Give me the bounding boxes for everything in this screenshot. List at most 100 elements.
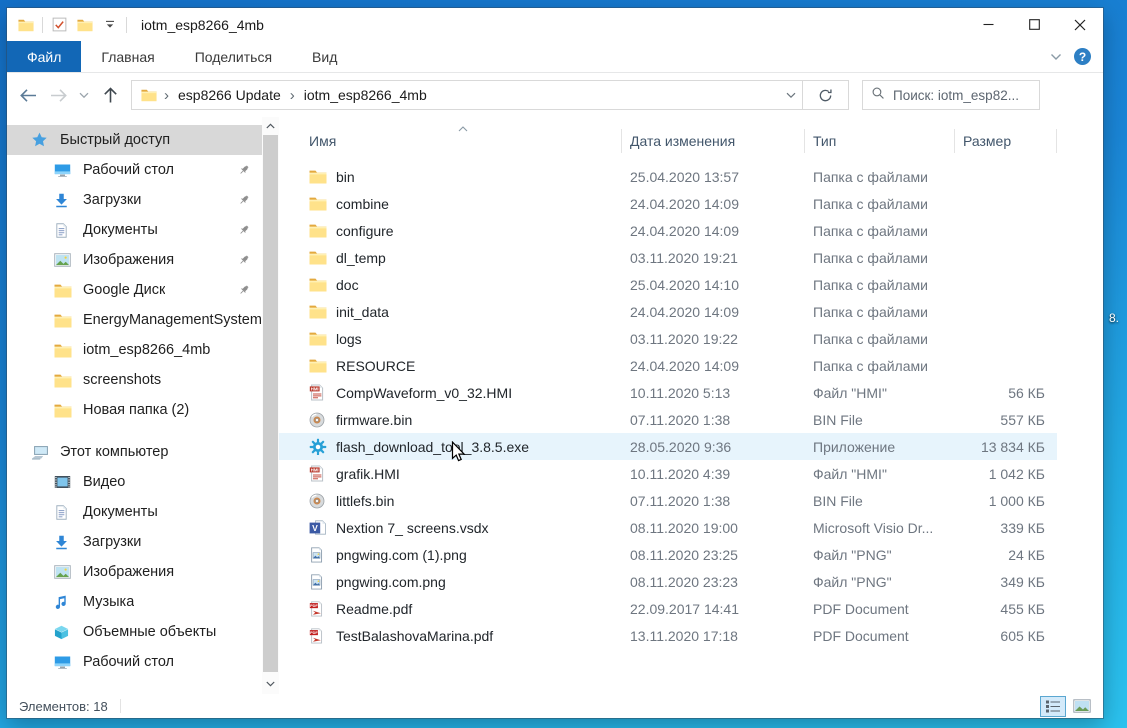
- bin-file-icon: [309, 411, 327, 428]
- folder-icon: [54, 281, 74, 299]
- file-size-cell: 24 КБ: [955, 547, 1057, 563]
- breadcrumb-item[interactable]: esp8266 Update: [176, 87, 283, 103]
- column-header-type[interactable]: Тип: [805, 129, 955, 153]
- file-row[interactable]: configure24.04.2020 14:09Папка с файлами: [279, 217, 1057, 244]
- desktop-icon: [54, 161, 74, 179]
- back-button[interactable]: [13, 80, 43, 110]
- sidebar-item[interactable]: Видео: [7, 467, 262, 497]
- column-header-date[interactable]: Дата изменения: [622, 129, 805, 153]
- forward-button[interactable]: [43, 80, 73, 110]
- sidebar-item[interactable]: Загрузки: [7, 527, 262, 557]
- up-button[interactable]: [95, 80, 125, 110]
- ribbon-tab[interactable]: Вид: [292, 41, 357, 72]
- new-folder-icon[interactable]: [76, 17, 93, 33]
- ribbon-tab[interactable]: Поделиться: [175, 41, 292, 72]
- close-button[interactable]: [1057, 8, 1103, 41]
- file-date-cell: 08.11.2020 19:00: [622, 520, 805, 536]
- sidebar-item[interactable]: Рабочий стол: [7, 647, 262, 677]
- folder-icon: [309, 276, 327, 293]
- sidebar-item[interactable]: screenshots: [7, 365, 262, 395]
- breadcrumb-separator-icon: ›: [283, 87, 302, 104]
- pin-icon: [238, 224, 250, 236]
- address-bar[interactable]: ›esp8266 Update›iotm_esp8266_4mb: [131, 80, 803, 110]
- file-row[interactable]: logs03.11.2020 19:22Папка с файлами: [279, 325, 1057, 352]
- sidebar-item[interactable]: Изображения: [7, 557, 262, 587]
- details-view-button[interactable]: [1040, 696, 1066, 717]
- search-input[interactable]: [893, 88, 1023, 103]
- file-row[interactable]: doc25.04.2020 14:10Папка с файлами: [279, 271, 1057, 298]
- file-row[interactable]: PDFTestBalashovaMarina.pdf13.11.2020 17:…: [279, 622, 1057, 649]
- file-row[interactable]: combine24.04.2020 14:09Папка с файлами: [279, 190, 1057, 217]
- file-name: flash_download_tool_3.8.5.exe: [336, 439, 529, 455]
- sidebar-item-label: Рабочий стол: [83, 162, 174, 178]
- recent-locations-chevron[interactable]: [73, 80, 95, 110]
- file-row[interactable]: RESOURCE24.04.2020 14:09Папка с файлами: [279, 352, 1057, 379]
- file-row[interactable]: flash_download_tool_3.8.5.exe 28.05.2020 …: [279, 433, 1057, 460]
- sidebar-item-label: iotm_esp8266_4mb: [83, 342, 210, 358]
- ribbon-expand-chevron-icon[interactable]: [1050, 48, 1062, 66]
- breadcrumb-item[interactable]: iotm_esp8266_4mb: [302, 87, 429, 103]
- scrollbar-up-arrow[interactable]: [262, 117, 279, 134]
- file-row[interactable]: dl_temp03.11.2020 19:21Папка с файлами: [279, 244, 1057, 271]
- pdf-file-icon: PDF: [309, 627, 327, 644]
- pin-icon: [238, 164, 250, 176]
- sidebar-item[interactable]: Загрузки: [7, 185, 262, 215]
- sidebar-item[interactable]: Быстрый доступ: [7, 125, 262, 155]
- file-row[interactable]: init_data24.04.2020 14:09Папка с файлами: [279, 298, 1057, 325]
- file-row[interactable]: pngwing.com (1).png08.11.2020 23:25Файл …: [279, 541, 1057, 568]
- sort-ascending-caret-icon[interactable]: [458, 119, 468, 137]
- search-box[interactable]: [862, 80, 1040, 110]
- sidebar-item[interactable]: Документы: [7, 497, 262, 527]
- scrollbar-down-arrow[interactable]: [262, 675, 279, 692]
- sidebar-item[interactable]: Музыка: [7, 587, 262, 617]
- file-row[interactable]: HMIgrafik.HMI10.11.2020 4:39Файл "HMI"1 …: [279, 460, 1057, 487]
- sidebar-item[interactable]: Объемные объекты: [7, 617, 262, 647]
- file-row[interactable]: PDFReadme.pdf22.09.2017 14:41PDF Documen…: [279, 595, 1057, 622]
- file-type-cell: PDF Document: [805, 601, 955, 617]
- thumbnails-view-button[interactable]: [1069, 696, 1095, 717]
- scrollbar-thumb[interactable]: [263, 135, 278, 672]
- file-name: logs: [336, 331, 362, 347]
- maximize-button[interactable]: [1011, 8, 1057, 41]
- sidebar-item[interactable]: iotm_esp8266_4mb: [7, 335, 262, 365]
- file-date-cell: 28.05.2020 9:36: [622, 439, 805, 455]
- file-row[interactable]: HMICompWaveform_v0_32.HMI10.11.2020 5:13…: [279, 379, 1057, 406]
- file-row[interactable]: bin25.04.2020 13:57Папка с файлами: [279, 163, 1057, 190]
- file-type-cell: Папка с файлами: [805, 223, 955, 239]
- file-row[interactable]: pngwing.com.png08.11.2020 23:23Файл "PNG…: [279, 568, 1057, 595]
- ribbon-tab[interactable]: Файл: [7, 41, 81, 72]
- ribbon-tab[interactable]: Главная: [81, 41, 174, 72]
- sidebar-scrollbar[interactable]: [262, 117, 279, 694]
- file-name-cell: firmware.bin: [301, 411, 622, 428]
- file-size-cell: 1 042 КБ: [955, 466, 1057, 482]
- refresh-button[interactable]: [803, 80, 849, 110]
- qat-customize-icon[interactable]: [101, 17, 118, 33]
- window-title: iotm_esp8266_4mb: [141, 17, 264, 33]
- file-row[interactable]: littlefs.bin07.11.2020 1:38BIN File1 000…: [279, 487, 1057, 514]
- file-date-cell: 22.09.2017 14:41: [622, 601, 805, 617]
- minimize-button[interactable]: [965, 8, 1011, 41]
- help-button[interactable]: ?: [1074, 48, 1091, 65]
- properties-check-icon[interactable]: [51, 17, 68, 33]
- file-date-cell: 24.04.2020 14:09: [622, 304, 805, 320]
- folder-icon: [309, 249, 327, 266]
- sidebar-item[interactable]: Этот компьютер: [7, 437, 262, 467]
- file-row[interactable]: firmware.bin07.11.2020 1:38BIN File557 К…: [279, 406, 1057, 433]
- folder-icon: [309, 168, 327, 185]
- address-dropdown-chevron[interactable]: [786, 86, 796, 104]
- file-name-cell: PDFReadme.pdf: [301, 600, 622, 617]
- sidebar-item[interactable]: Google Диск: [7, 275, 262, 305]
- column-header-size[interactable]: Размер: [955, 129, 1057, 153]
- sidebar-item[interactable]: Рабочий стол: [7, 155, 262, 185]
- sidebar-item[interactable]: EnergyManagementSystemN: [7, 305, 262, 335]
- file-date-cell: 03.11.2020 19:22: [622, 331, 805, 347]
- breadcrumb-separator-icon: ›: [157, 87, 176, 104]
- sidebar-item[interactable]: Документы: [7, 215, 262, 245]
- file-type-cell: Файл "PNG": [805, 547, 955, 563]
- file-row[interactable]: VNextion 7_ screens.vsdx08.11.2020 19:00…: [279, 514, 1057, 541]
- search-icon: [871, 86, 885, 105]
- sidebar-item[interactable]: Изображения: [7, 245, 262, 275]
- navigation-pane: Быстрый доступРабочий столЗагрузкиДокуме…: [7, 117, 262, 694]
- file-date-cell: 24.04.2020 14:09: [622, 223, 805, 239]
- sidebar-item[interactable]: Новая папка (2): [7, 395, 262, 425]
